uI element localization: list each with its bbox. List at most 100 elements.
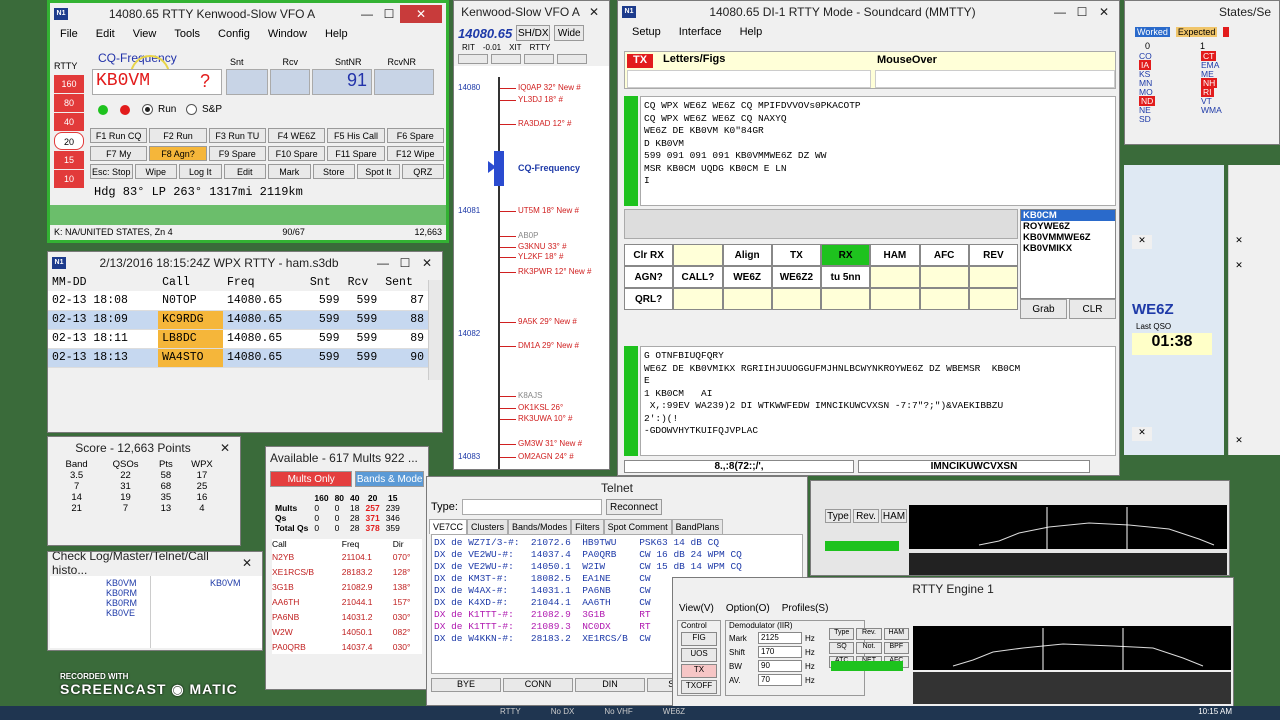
fkey-f6-spare-button[interactable]: F6 Spare — [386, 128, 444, 143]
sp-radio[interactable] — [186, 104, 197, 115]
fkey-f2-run-button[interactable]: F2 Run — [149, 128, 207, 143]
conn-button[interactable]: CONN — [503, 678, 573, 692]
band-15[interactable]: 15 — [54, 151, 84, 169]
fkey-f1-run-cq-button[interactable]: F1 Run CQ — [90, 128, 148, 143]
type-button[interactable]: Type — [825, 509, 851, 523]
fkey-f4-we6z-button[interactable]: F4 WE6Z — [267, 128, 326, 143]
telnet-command-input[interactable] — [461, 499, 602, 515]
bandmap-spot[interactable]: RA3DAD 12° # — [518, 119, 571, 128]
call-list-item[interactable]: KB0VMIKX — [1021, 243, 1115, 254]
taskbar-item[interactable]: No DX — [551, 707, 575, 716]
macro-empty-button[interactable] — [919, 288, 969, 310]
minimize-icon[interactable]: — — [372, 254, 394, 272]
bw-select[interactable]: 90 — [758, 660, 802, 672]
taskbar-item[interactable]: WE6Z — [663, 707, 685, 716]
log-scrollbar[interactable] — [428, 280, 442, 380]
bandmap-spot[interactable]: 9A5K 29° New # — [518, 317, 577, 326]
worked-tab[interactable]: Worked — [1135, 27, 1170, 37]
txoff-button[interactable]: TXOFF — [681, 680, 717, 694]
band-80[interactable]: 80 — [54, 94, 84, 112]
band-10[interactable]: 10 — [54, 170, 84, 188]
avail-list-row[interactable]: 3G1B 21082.9 138° — [272, 579, 422, 594]
master-call[interactable]: KB0VM — [210, 578, 241, 588]
fkey-esc-stop-button[interactable]: Esc: Stop — [90, 164, 133, 179]
telnet-tab-filters[interactable]: Filters — [571, 519, 604, 534]
partial-call[interactable]: KB0VM — [106, 578, 137, 588]
fkey-edit-button[interactable]: Edit — [223, 164, 266, 179]
macro-empty-button[interactable] — [722, 288, 772, 310]
bands-modes-button[interactable]: Bands & Mode — [355, 471, 424, 487]
mark-select[interactable]: 2125 — [758, 632, 802, 644]
menu-edit[interactable]: Edit — [96, 28, 115, 40]
close-icon[interactable]: ✕ — [214, 439, 236, 457]
log-header-call[interactable]: Call — [158, 274, 223, 291]
shift-select[interactable]: 170 — [758, 646, 802, 658]
sntnr-field[interactable]: 91 — [312, 69, 372, 95]
bandmap-spot[interactable]: G3KNU 33° # — [518, 242, 567, 251]
bandmap-spot[interactable]: OM2AGN 24° # — [518, 452, 574, 461]
fkey-spot-it-button[interactable]: Spot It — [357, 164, 400, 179]
close-icon[interactable]: ✕ — [1229, 260, 1249, 274]
macro-agn--button[interactable]: AGN? — [624, 266, 674, 288]
ham-button[interactable]: HAM — [883, 628, 909, 640]
taskbar-item[interactable]: RTTY — [500, 707, 521, 716]
close-icon[interactable]: ✕ — [236, 554, 258, 572]
needed-tab[interactable] — [1223, 27, 1230, 37]
close-icon[interactable]: ✕ — [416, 254, 438, 272]
menu-file[interactable]: File — [60, 28, 78, 40]
minimize-icon[interactable]: — — [356, 5, 378, 23]
rx-scroll-area[interactable] — [624, 209, 1018, 239]
macro-rx-button[interactable]: RX — [821, 244, 871, 266]
macro-empty-button[interactable] — [968, 288, 1018, 310]
bandmap-spot[interactable]: YL3DJ 18° # — [518, 95, 563, 104]
panel-close-icon-2[interactable]: ✕ — [1132, 427, 1152, 441]
fkey-store-button[interactable]: Store — [312, 164, 355, 179]
macro-we6z-button[interactable]: WE6Z — [722, 266, 772, 288]
menu-view[interactable]: View(V) — [679, 603, 714, 614]
maximize-icon[interactable]: ☐ — [378, 5, 400, 23]
avail-list-row[interactable]: AA6TH 21044.1 157° — [272, 594, 422, 609]
bandmap-btn-4[interactable] — [557, 54, 587, 64]
menu-help[interactable]: Help — [740, 26, 763, 38]
macro-empty-button[interactable] — [919, 266, 969, 288]
log-header-mm-dd[interactable]: MM-DD — [48, 274, 159, 291]
log-row[interactable]: 02-13 18:09 KC9RDG 14080.65 599 599 88 — [48, 310, 428, 330]
band-20[interactable]: 20 — [54, 132, 84, 150]
telnet-tab-bands-modes[interactable]: Bands/Modes — [508, 519, 572, 534]
menu-config[interactable]: Config — [218, 28, 250, 40]
macro-rev-button[interactable]: REV — [968, 244, 1018, 266]
av-select[interactable]: 70 — [758, 674, 802, 686]
close-icon[interactable]: ✕ — [583, 3, 605, 21]
telnet-spot[interactable]: DX de VE2WU-#: 14037.4 PA0QRB CW 16 dB 2… — [434, 549, 800, 561]
menu-window[interactable]: Window — [268, 28, 307, 40]
log-header-freq[interactable]: Freq — [222, 274, 306, 291]
log-row[interactable]: 02-13 18:11 LB8DC 14080.65 599 599 89 — [48, 329, 428, 349]
fkey-f10-spare-button[interactable]: F10 Spare — [267, 146, 326, 161]
clr-button[interactable]: CLR — [1069, 299, 1116, 319]
close-icon[interactable]: ✕ — [400, 5, 442, 23]
grab-button[interactable]: Grab — [1020, 299, 1067, 319]
band-160[interactable]: 160 — [54, 75, 84, 93]
minimize-icon[interactable]: — — [1049, 3, 1071, 21]
macro-ham-button[interactable]: HAM — [870, 244, 920, 266]
fkey-f5-his-call-button[interactable]: F5 His Call — [327, 128, 385, 143]
telnet-tab-spot-comment[interactable]: Spot Comment — [603, 519, 672, 534]
call-list[interactable]: KB0CM ROYWE6Z KB0VMMWE6Z KB0VMIKX — [1020, 209, 1116, 299]
fkey-log-it-button[interactable]: Log It — [179, 164, 222, 179]
rx2-text-window[interactable]: G OTNFBIUQFQRY WE6Z DE KB0VMIKX RGRIIHJUU… — [640, 346, 1116, 456]
fkey-qrz-button[interactable]: QRZ — [401, 164, 444, 179]
bye-button[interactable]: BYE — [431, 678, 501, 692]
fkey-f3-run-tu-button[interactable]: F3 Run TU — [208, 128, 266, 143]
type-button[interactable]: Type — [829, 628, 855, 640]
menu-setup[interactable]: Setup — [632, 26, 661, 38]
log-header-rcv[interactable]: Rcv — [343, 274, 382, 291]
fkey-f7-my-button[interactable]: F7 My — [90, 146, 148, 161]
bandmap-spot[interactable]: IQ0AP 32° New # — [518, 83, 581, 92]
log-row[interactable]: 02-13 18:08 N0TOP 14080.65 599 599 87 — [48, 291, 428, 311]
macro-align-button[interactable]: Align — [722, 244, 772, 266]
macro-tx-button[interactable]: TX — [771, 244, 821, 266]
avail-list-row[interactable]: N2YB 21104.1 070° — [272, 549, 422, 564]
band-40[interactable]: 40 — [54, 113, 84, 131]
tx-button[interactable]: TX — [681, 664, 717, 678]
run-radio[interactable] — [142, 104, 153, 115]
